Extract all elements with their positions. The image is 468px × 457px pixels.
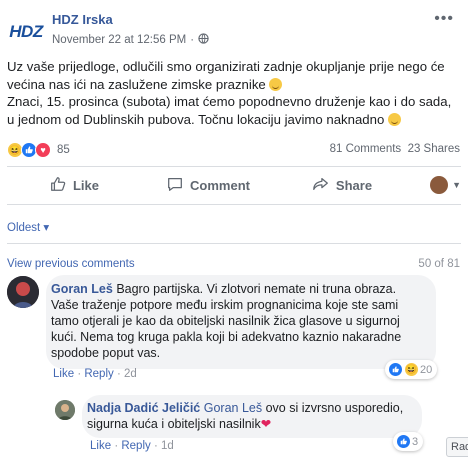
- comment-bubble: Goran Leš Bagro partijska. Vi zlotvori n…: [46, 275, 436, 369]
- share-arrow-icon: [312, 175, 330, 196]
- comment-bubble-icon: [166, 175, 184, 196]
- side-button[interactable]: Rad: [446, 437, 468, 457]
- post-text: Uz vaše prijedloge, odlučili smo organiz…: [7, 58, 459, 128]
- page-name[interactable]: HDZ Irska: [52, 12, 113, 27]
- comment-button[interactable]: Comment: [141, 175, 275, 196]
- smile-emoji-icon: [387, 112, 401, 126]
- comment-reactions[interactable]: 😆 20: [385, 360, 438, 379]
- comment-author[interactable]: Goran Leš: [51, 282, 113, 296]
- comments-pagination-count: 50 of 81: [418, 258, 460, 270]
- like-reaction-icon: [388, 362, 403, 377]
- reply-reaction-count: 3: [412, 435, 419, 448]
- reply-author-avatar[interactable]: [55, 400, 75, 420]
- share-button[interactable]: Share: [275, 175, 409, 196]
- reply-bubble: Nadja Dadić Jeličić Goran Leš ovo si izv…: [82, 395, 422, 438]
- thumbs-up-icon: [49, 175, 67, 196]
- globe-icon: [198, 33, 209, 47]
- reply-like-link[interactable]: Like: [90, 440, 111, 452]
- avatar: [430, 176, 449, 194]
- comment-sort-dropdown[interactable]: Oldest ▾: [7, 220, 49, 234]
- comment-time[interactable]: 2d: [124, 368, 137, 380]
- post-text-line1: Uz vaše prijedloge, odlučili smo organiz…: [7, 59, 445, 92]
- like-reaction-icon: [396, 434, 411, 449]
- divider: [7, 204, 461, 205]
- post-reactions[interactable]: 😆 ♥ 85: [7, 142, 70, 158]
- commenter-avatar[interactable]: [7, 276, 39, 308]
- comment-like-link[interactable]: Like: [53, 368, 74, 380]
- reply-actions: Like · Reply · 1d: [90, 440, 174, 452]
- page-avatar[interactable]: HDZ: [6, 12, 46, 52]
- smile-emoji-icon: [269, 77, 283, 91]
- post-text-line2: Znaci, 15. prosinca (subota) imat ćemo p…: [7, 94, 452, 127]
- love-reaction-icon: ♥: [35, 142, 51, 158]
- page-logo-text: HDZ: [9, 22, 43, 41]
- more-options-icon[interactable]: •••: [434, 10, 454, 28]
- share-label: Share: [335, 177, 373, 193]
- post-action-bar: Like Comment Share ▼: [7, 167, 461, 203]
- view-previous-comments-link[interactable]: View previous comments: [7, 258, 135, 270]
- reply-reply-link[interactable]: Reply: [121, 440, 150, 452]
- comment-reply-link[interactable]: Reply: [84, 368, 113, 380]
- heart-emoji-icon: ❤: [260, 417, 272, 431]
- reaction-count[interactable]: 85: [57, 144, 70, 156]
- comment-reaction-count: 20: [420, 363, 433, 376]
- post-meta: November 22 at 12:56 PM ·: [52, 33, 209, 47]
- post-timestamp[interactable]: November 22 at 12:56 PM: [52, 34, 186, 46]
- reply-time[interactable]: 1d: [161, 440, 174, 452]
- reply-mention[interactable]: Goran Leš: [204, 401, 262, 415]
- divider: [7, 243, 461, 244]
- post-stats: 81 Comments 23 Shares: [330, 143, 460, 155]
- haha-reaction-icon: 😆: [404, 362, 419, 377]
- comment-actions: Like · Reply · 2d: [53, 368, 137, 380]
- comments-count[interactable]: 81 Comments: [330, 143, 402, 155]
- reply-reactions[interactable]: 3: [393, 432, 424, 451]
- reply-author[interactable]: Nadja Dadić Jeličić: [87, 401, 200, 415]
- caret-down-icon: ▼: [452, 180, 461, 190]
- like-label: Like: [72, 177, 99, 193]
- like-button[interactable]: Like: [7, 175, 141, 196]
- shares-count[interactable]: 23 Shares: [408, 143, 460, 155]
- comment-label: Comment: [190, 177, 250, 193]
- reaction-as-selector[interactable]: ▼: [409, 176, 461, 194]
